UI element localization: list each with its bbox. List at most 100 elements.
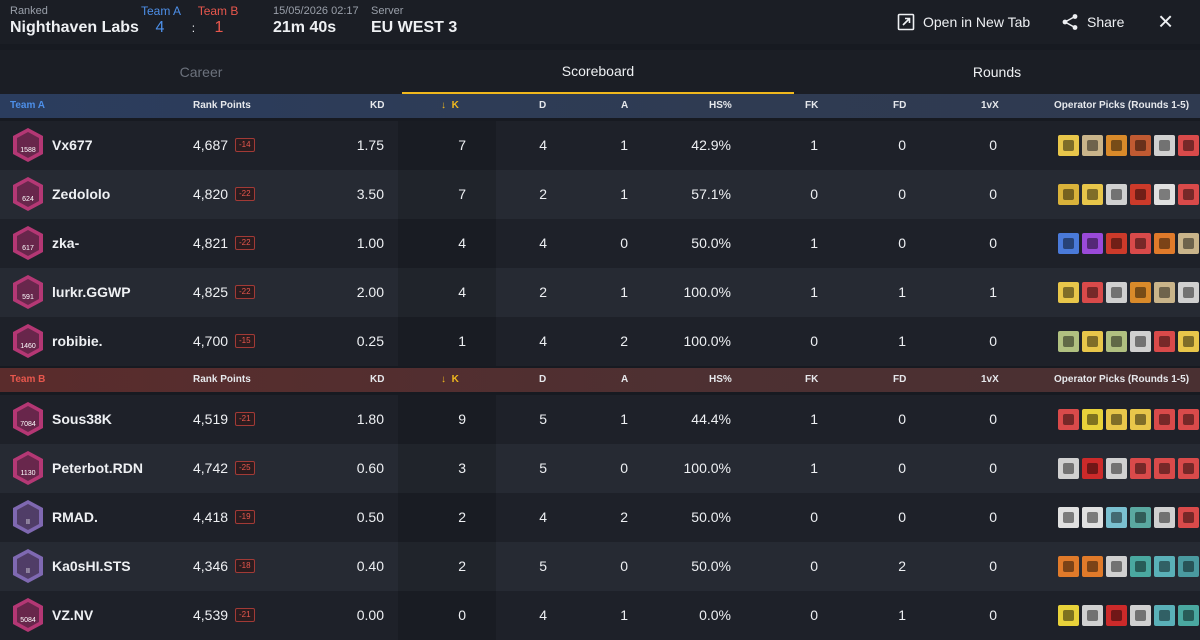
tab-career[interactable]: Career (0, 50, 402, 94)
operator-icon[interactable] (1082, 409, 1103, 430)
open-new-tab-button[interactable]: Open in New Tab (897, 10, 1030, 34)
operator-icon[interactable] (1178, 135, 1199, 156)
player-row[interactable]: II Ka0sHI.STS 4,346 -18 0.40 2 5 0 50.0% 0 2 0 (0, 542, 1200, 591)
operator-icon[interactable] (1082, 184, 1103, 205)
player-name[interactable]: VZ.NV (52, 607, 93, 623)
col-k-sorted[interactable]: ↓ K (441, 374, 459, 385)
operator-icon[interactable] (1130, 605, 1151, 626)
player-name[interactable]: Sous38K (52, 411, 112, 427)
operator-icon[interactable] (1178, 184, 1199, 205)
player-row[interactable]: 624 Zedololo 4,820 -22 3.50 7 2 1 57.1% 0 0 0 (0, 170, 1200, 219)
operator-icon[interactable] (1106, 184, 1127, 205)
operator-icon[interactable] (1178, 507, 1199, 528)
operator-icon[interactable] (1106, 458, 1127, 479)
col-rank-points[interactable]: Rank Points (193, 374, 251, 385)
operator-icon[interactable] (1058, 135, 1079, 156)
share-button[interactable]: Share (1061, 10, 1124, 34)
operator-icon[interactable] (1154, 556, 1175, 577)
operator-icon[interactable] (1058, 507, 1079, 528)
operator-icon[interactable] (1058, 282, 1079, 303)
col-k-sorted[interactable]: ↓ K (441, 100, 459, 111)
operator-icon[interactable] (1154, 409, 1175, 430)
col-1vx[interactable]: 1vX (981, 374, 999, 385)
player-row[interactable]: 1588 Vx677 4,687 -14 1.75 7 4 1 42.9% 1 0 0 (0, 121, 1200, 170)
col-fk[interactable]: FK (805, 374, 818, 385)
operator-icon[interactable] (1082, 282, 1103, 303)
col-d[interactable]: D (539, 100, 546, 111)
player-row[interactable]: 1130 Peterbot.RDN 4,742 -25 0.60 3 5 0 100.0% 1 0 0 (0, 444, 1200, 493)
player-name[interactable]: Ka0sHI.STS (52, 558, 131, 574)
close-button[interactable]: × (1158, 6, 1173, 36)
col-a[interactable]: A (621, 374, 628, 385)
player-name[interactable]: Vx677 (52, 137, 92, 153)
operator-icon[interactable] (1106, 282, 1127, 303)
col-fd[interactable]: FD (893, 100, 906, 111)
player-name[interactable]: lurkr.GGWP (52, 284, 131, 300)
operator-icon[interactable] (1154, 458, 1175, 479)
operator-icon[interactable] (1082, 458, 1103, 479)
operator-icon[interactable] (1106, 556, 1127, 577)
col-kd[interactable]: KD (370, 374, 384, 385)
col-a[interactable]: A (621, 100, 628, 111)
player-row[interactable]: 7084 Sous38K 4,519 -21 1.80 9 5 1 44.4% 1 0 0 (0, 395, 1200, 444)
operator-icon[interactable] (1058, 331, 1079, 352)
player-row[interactable]: 617 zka- 4,821 -22 1.00 4 4 0 50.0% 1 0 0 (0, 219, 1200, 268)
col-rank-points[interactable]: Rank Points (193, 100, 251, 111)
operator-icon[interactable] (1058, 556, 1079, 577)
operator-icon[interactable] (1178, 409, 1199, 430)
operator-icon[interactable] (1130, 507, 1151, 528)
operator-icon[interactable] (1106, 135, 1127, 156)
operator-icon[interactable] (1082, 507, 1103, 528)
operator-icon[interactable] (1178, 282, 1199, 303)
col-fk[interactable]: FK (805, 100, 818, 111)
operator-icon[interactable] (1058, 458, 1079, 479)
operator-icon[interactable] (1130, 135, 1151, 156)
player-name[interactable]: zka- (52, 235, 79, 251)
operator-icon[interactable] (1130, 331, 1151, 352)
player-row[interactable]: 1460 robibie. 4,700 -15 0.25 1 4 2 100.0% 0 1 0 (0, 317, 1200, 366)
player-row[interactable]: II RMAD. 4,418 -19 0.50 2 4 2 50.0% 0 0 0 (0, 493, 1200, 542)
operator-icon[interactable] (1082, 233, 1103, 254)
operator-icon[interactable] (1154, 331, 1175, 352)
player-name[interactable]: RMAD. (52, 509, 98, 525)
col-d[interactable]: D (539, 374, 546, 385)
operator-icon[interactable] (1082, 556, 1103, 577)
operator-icon[interactable] (1130, 233, 1151, 254)
operator-icon[interactable] (1130, 409, 1151, 430)
operator-icon[interactable] (1178, 556, 1199, 577)
operator-icon[interactable] (1154, 135, 1175, 156)
operator-icon[interactable] (1178, 233, 1199, 254)
operator-icon[interactable] (1178, 605, 1199, 626)
operator-icon[interactable] (1154, 507, 1175, 528)
operator-icon[interactable] (1154, 184, 1175, 205)
operator-icon[interactable] (1130, 282, 1151, 303)
player-name[interactable]: robibie. (52, 333, 103, 349)
player-row[interactable]: 5084 VZ.NV 4,539 -21 0.00 0 4 1 0.0% 0 1 0 (0, 591, 1200, 640)
tab-scoreboard[interactable]: Scoreboard (402, 50, 794, 94)
operator-icon[interactable] (1178, 458, 1199, 479)
operator-icon[interactable] (1082, 135, 1103, 156)
operator-icon[interactable] (1058, 409, 1079, 430)
operator-icon[interactable] (1106, 331, 1127, 352)
col-1vx[interactable]: 1vX (981, 100, 999, 111)
operator-icon[interactable] (1130, 458, 1151, 479)
operator-icon[interactable] (1130, 184, 1151, 205)
col-kd[interactable]: KD (370, 100, 384, 111)
operator-icon[interactable] (1058, 184, 1079, 205)
col-hs[interactable]: HS% (709, 374, 732, 385)
tab-rounds[interactable]: Rounds (794, 50, 1200, 94)
operator-icon[interactable] (1058, 605, 1079, 626)
operator-icon[interactable] (1154, 233, 1175, 254)
col-hs[interactable]: HS% (709, 100, 732, 111)
operator-icon[interactable] (1106, 507, 1127, 528)
operator-icon[interactable] (1154, 605, 1175, 626)
operator-icon[interactable] (1106, 233, 1127, 254)
operator-icon[interactable] (1154, 282, 1175, 303)
operator-icon[interactable] (1106, 409, 1127, 430)
player-row[interactable]: 591 lurkr.GGWP 4,825 -22 2.00 4 2 1 100.0% 1 1 1 (0, 268, 1200, 317)
player-name[interactable]: Zedololo (52, 186, 110, 202)
operator-icon[interactable] (1082, 331, 1103, 352)
operator-icon[interactable] (1106, 605, 1127, 626)
player-name[interactable]: Peterbot.RDN (52, 460, 143, 476)
operator-icon[interactable] (1178, 331, 1199, 352)
